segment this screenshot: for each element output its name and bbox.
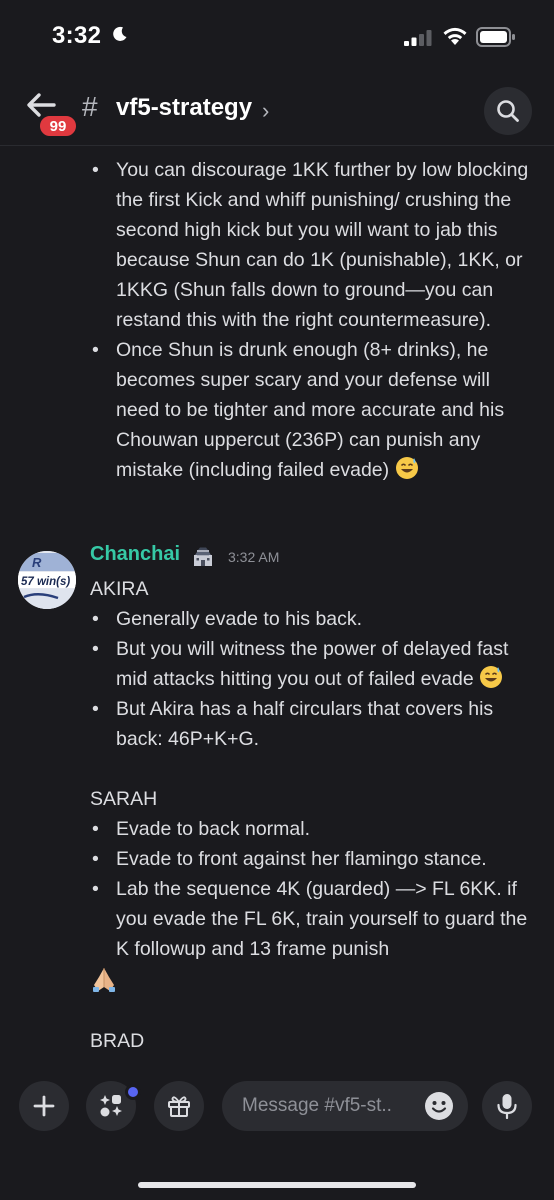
message-timestamp: 3:32 AM <box>228 549 280 565</box>
status-bar: 3:32 <box>0 0 554 76</box>
message-input[interactable] <box>242 1081 412 1131</box>
microphone-icon <box>497 1094 517 1119</box>
list-item: But you will witness the power of delaye… <box>90 634 530 694</box>
search-icon <box>497 100 519 122</box>
emoji-picker-icon[interactable] <box>424 1091 454 1121</box>
message-author[interactable]: Chanchai <box>90 543 180 566</box>
list-item: You can discourage 1KK further by low bl… <box>90 155 530 335</box>
message-content: AKIRA Generally evade to his back. But y… <box>90 574 530 1056</box>
section-heading: BRAD <box>90 1030 145 1052</box>
chevron-right-icon[interactable]: › <box>262 98 269 124</box>
apps-icon <box>100 1095 122 1117</box>
list-item: Evade to back normal. <box>90 814 530 844</box>
composer-bar <box>0 1066 554 1200</box>
voice-message-button[interactable] <box>482 1081 532 1131</box>
sweat-smile-emoji-icon <box>480 666 503 688</box>
message-input-wrapper <box>222 1081 468 1131</box>
folded-hands-emoji-icon <box>93 968 115 992</box>
avatar-label: 57 win(s) <box>21 576 70 588</box>
message-list[interactable]: You can discourage 1KK further by low bl… <box>0 147 554 1065</box>
channel-header: 99 # vf5-strategy › <box>0 76 554 146</box>
wifi-icon <box>443 27 467 45</box>
home-indicator <box>138 1182 416 1188</box>
add-attachment-button[interactable] <box>19 1081 69 1131</box>
list-item: Once Shun is drunk enough (8+ drinks), h… <box>90 335 530 485</box>
gift-icon <box>168 1096 190 1117</box>
gift-button[interactable] <box>154 1081 204 1131</box>
status-time: 3:32 <box>52 22 102 49</box>
previous-message-content: You can discourage 1KK further by low bl… <box>90 155 530 485</box>
notification-dot <box>125 1084 141 1100</box>
unread-count-badge: 99 <box>37 113 79 139</box>
section-heading: AKIRA <box>90 578 149 600</box>
channel-title[interactable]: vf5-strategy <box>116 94 252 122</box>
list-item: Evade to front against her flamingo stan… <box>90 844 530 874</box>
section-heading: SARAH <box>90 788 158 810</box>
list-item: Lab the sequence 4K (guarded) —> FL 6KK.… <box>90 874 530 964</box>
focus-moon-icon <box>113 26 127 41</box>
search-button[interactable] <box>484 87 532 135</box>
svg-text:R: R <box>32 555 42 570</box>
battery-icon <box>476 27 515 47</box>
castle-emoji-icon <box>194 547 212 566</box>
avatar[interactable]: R 57 win(s) <box>18 551 76 609</box>
plus-icon <box>33 1095 55 1117</box>
channel-hash-icon: # <box>82 91 98 122</box>
sweat-smile-emoji-icon <box>395 457 418 479</box>
cellular-signal-icon <box>404 30 432 46</box>
list-item: Generally evade to his back. <box>90 604 530 634</box>
list-item: But Akira has a half circulars that cove… <box>90 694 530 754</box>
